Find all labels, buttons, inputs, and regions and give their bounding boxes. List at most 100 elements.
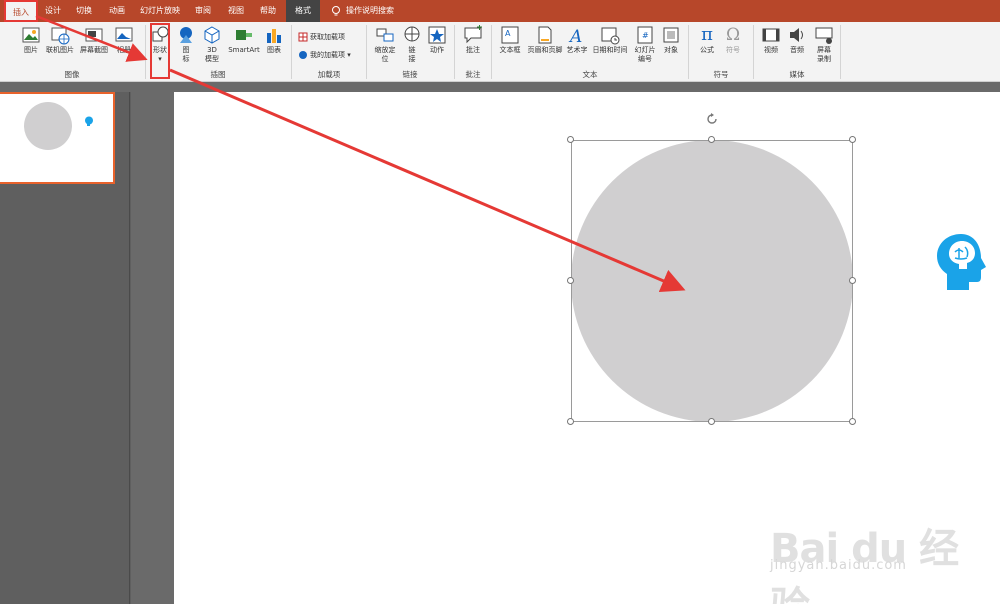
audio-button[interactable]: 音频 bbox=[786, 25, 808, 55]
resize-handle-sw[interactable] bbox=[567, 418, 574, 425]
album-icon bbox=[115, 27, 133, 42]
svg-text:#: # bbox=[642, 31, 649, 40]
textbox-icon: A bbox=[501, 26, 519, 44]
link-label-2: 接 bbox=[408, 55, 416, 63]
resize-handle-se[interactable] bbox=[849, 418, 856, 425]
resize-handle-w[interactable] bbox=[567, 277, 574, 284]
ribbon-gap bbox=[0, 82, 1000, 92]
wordart-label: 艺术字 bbox=[566, 46, 588, 54]
symbol-button[interactable]: Ω 符号 bbox=[722, 25, 744, 55]
resize-handle-ne[interactable] bbox=[849, 136, 856, 143]
icons-label-2: 标 bbox=[182, 55, 190, 63]
group-divider bbox=[840, 25, 841, 79]
3d-model-button[interactable]: 3D 模型 bbox=[200, 25, 224, 64]
header-footer-button[interactable]: 页眉和页脚 bbox=[526, 25, 564, 55]
ribbon-tab-bar: 插入 设计 切换 动画 幻灯片放映 审阅 视图 帮助 格式 操作说明搜索 bbox=[0, 0, 1000, 22]
link-label-1: 链 bbox=[408, 46, 416, 54]
my-addins-button[interactable]: 我的加载项 ▾ bbox=[298, 50, 351, 60]
resize-handle-s[interactable] bbox=[708, 418, 715, 425]
comment-label: 批注 bbox=[466, 46, 480, 54]
online-picture-button[interactable]: 联机图片 bbox=[44, 25, 76, 55]
screenshot-button[interactable]: 屏幕截图 bbox=[78, 25, 110, 55]
textbox-button[interactable]: A 文本框 bbox=[496, 25, 524, 55]
album-label: 相册 bbox=[117, 46, 131, 54]
store-icon bbox=[298, 32, 308, 42]
resize-handle-e[interactable] bbox=[849, 277, 856, 284]
icons-icon bbox=[180, 27, 192, 43]
zoom-label-2: 位 bbox=[381, 55, 389, 63]
object-button[interactable]: 对象 bbox=[660, 25, 682, 55]
tab-help[interactable]: 帮助 bbox=[254, 0, 282, 22]
tab-transitions[interactable]: 切换 bbox=[70, 0, 98, 22]
slide-thumbnail-pane bbox=[0, 92, 130, 604]
video-label: 视频 bbox=[764, 46, 778, 54]
3d-model-label-1: 3D bbox=[207, 46, 217, 54]
smartart-label: SmartArt bbox=[228, 46, 260, 54]
rotate-handle-icon[interactable] bbox=[705, 112, 719, 126]
zoom-button[interactable]: 缩放定 位 bbox=[370, 25, 400, 64]
screenshot-icon bbox=[85, 28, 103, 42]
tab-slideshow[interactable]: 幻灯片放映 bbox=[136, 0, 184, 22]
slide-number-label-1: 幻灯片 bbox=[634, 46, 656, 54]
group-label-addins: 加载项 bbox=[317, 70, 341, 79]
globe-link-icon bbox=[404, 26, 420, 42]
svg-text:A: A bbox=[568, 27, 582, 45]
screen-recording-icon bbox=[815, 27, 833, 44]
baidu-watermark: Bai du 经验 jingyan.baidu.com bbox=[770, 496, 970, 604]
tell-me-search[interactable]: 操作说明搜索 bbox=[346, 0, 416, 22]
tab-format[interactable]: 格式 bbox=[286, 0, 320, 22]
screen-recording-button[interactable]: 屏幕 录制 bbox=[812, 25, 836, 64]
my-addins-label: 我的加载项 bbox=[310, 51, 345, 59]
group-label-media: 媒体 bbox=[789, 70, 805, 79]
action-button[interactable]: 动作 bbox=[426, 25, 448, 55]
datetime-button[interactable]: 日期和时间 bbox=[590, 25, 630, 55]
smartart-icon bbox=[236, 30, 252, 40]
icons-button[interactable]: 图 标 bbox=[176, 25, 196, 64]
wordart-button[interactable]: A 艺术字 bbox=[566, 25, 588, 55]
tab-view[interactable]: 视图 bbox=[222, 0, 250, 22]
video-button[interactable]: 视频 bbox=[760, 25, 782, 55]
header-footer-icon bbox=[538, 26, 552, 44]
datetime-label: 日期和时间 bbox=[592, 46, 628, 54]
film-icon bbox=[762, 28, 780, 42]
calendar-icon bbox=[601, 27, 620, 45]
comment-icon bbox=[464, 25, 482, 44]
tab-design[interactable]: 设计 bbox=[40, 0, 66, 22]
icons-label-1: 图 bbox=[182, 46, 190, 54]
addins-icon bbox=[299, 51, 307, 59]
svg-text:A: A bbox=[505, 29, 511, 38]
tab-review[interactable]: 审阅 bbox=[188, 0, 218, 22]
shapes-highlight-box bbox=[150, 23, 170, 79]
album-button[interactable]: 相册 bbox=[112, 25, 136, 55]
tab-insert[interactable]: 插入 bbox=[4, 0, 38, 22]
head-brain-icon[interactable] bbox=[935, 232, 987, 292]
group-label-text: 文本 bbox=[582, 70, 598, 79]
resize-handle-nw[interactable] bbox=[567, 136, 574, 143]
pi-icon: π bbox=[701, 24, 713, 45]
equation-button[interactable]: π 公式 bbox=[696, 25, 718, 55]
slide-thumbnail[interactable] bbox=[0, 92, 115, 184]
group-label-images: 图像 bbox=[64, 70, 80, 79]
chart-label: 图表 bbox=[267, 46, 281, 54]
online-picture-label: 联机图片 bbox=[46, 46, 74, 54]
get-addins-label: 获取加载项 bbox=[310, 33, 345, 41]
link-button[interactable]: 链 接 bbox=[402, 25, 422, 64]
picture-button[interactable]: 图片 bbox=[20, 25, 42, 55]
thumbnail-circle bbox=[24, 102, 72, 150]
chart-icon bbox=[267, 29, 281, 43]
comment-button[interactable]: 批注 bbox=[460, 25, 486, 55]
resize-handle-n[interactable] bbox=[708, 136, 715, 143]
slide-number-button[interactable]: # 幻灯片 编号 bbox=[632, 25, 658, 64]
slide-number-label-2: 编号 bbox=[638, 55, 652, 63]
tab-animations[interactable]: 动画 bbox=[102, 0, 132, 22]
picture-label: 图片 bbox=[24, 46, 38, 54]
smartart-button[interactable]: SmartArt bbox=[226, 25, 262, 55]
slide-number-icon: # bbox=[637, 26, 653, 44]
screen-recording-label-1: 屏幕 bbox=[817, 46, 831, 54]
get-addins-button[interactable]: 获取加载项 bbox=[298, 32, 345, 42]
chart-button[interactable]: 图表 bbox=[264, 25, 284, 55]
cube-icon bbox=[204, 26, 220, 44]
textbox-label: 文本框 bbox=[499, 46, 521, 54]
zoom-label-1: 缩放定 bbox=[374, 46, 396, 54]
screen-recording-label-2: 录制 bbox=[817, 55, 831, 63]
